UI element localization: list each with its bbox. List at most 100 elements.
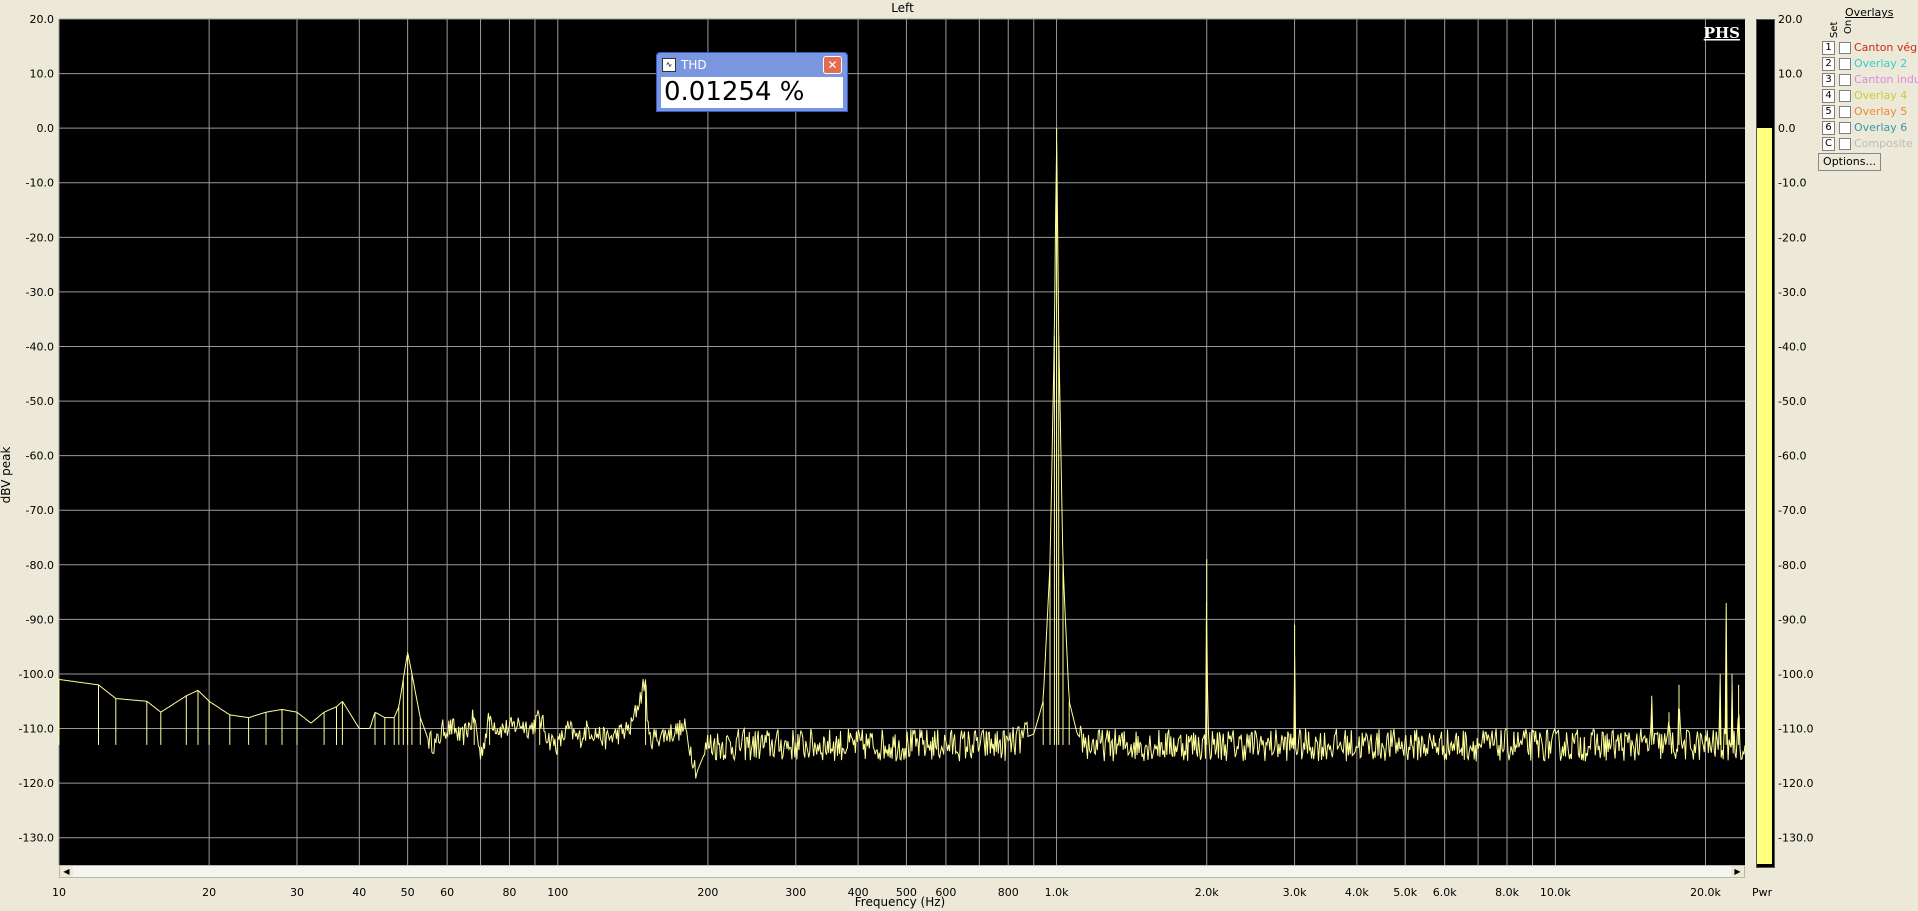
x-tick-label: 300 [785,886,806,899]
y-tick-label: -90.0 [26,613,54,626]
meter-tick-labels: 20.010.00.0-10.0-20.0-30.0-40.0-50.0-60.… [1778,13,1813,845]
y-tick-label: -30.0 [26,286,54,299]
overlay-name: Canton indu [1854,73,1918,86]
x-tick-label: 40 [352,886,366,899]
set-column-label: Set [1829,21,1840,38]
overlay-name: Canton vég [1854,41,1918,54]
scroll-left-arrow-icon[interactable]: ◀ [60,866,73,877]
overlay-on-checkbox[interactable] [1839,58,1851,70]
overlay-on-checkbox[interactable] [1839,74,1851,86]
chart-title: Left [891,1,914,15]
x-tick-label: 10.0k [1540,886,1571,899]
overlay-on-checkbox[interactable] [1839,138,1851,150]
x-tick-label: 8.0k [1495,886,1519,899]
overlay-on-checkbox[interactable] [1839,122,1851,134]
scroll-right-arrow-icon[interactable]: ▶ [1731,866,1744,877]
plot-area [59,19,1745,865]
meter-tick-label: -10.0 [1778,177,1806,190]
overlay-name: Overlay 6 [1854,121,1908,134]
y-tick-label: -20.0 [26,231,54,244]
y-tick-label: 10.0 [30,68,55,81]
x-axis-label: Frequency (Hz) [854,895,946,909]
overlay-set-button[interactable]: 3 [1822,73,1835,87]
x-tick-label: 60 [440,886,454,899]
overlay-name: Overlay 5 [1854,105,1908,118]
y-tick-label: -60.0 [26,450,54,463]
x-tick-label: 4.0k [1345,886,1369,899]
x-tick-label: 1.0k [1045,886,1069,899]
y-tick-labels: 20.010.00.0-10.0-20.0-30.0-40.0-50.0-60.… [19,13,54,845]
overlay-row: 1 Canton vég [1822,41,1918,55]
meter-tick-label: -80.0 [1778,559,1806,572]
on-column-label: On [1843,19,1854,34]
meter-tick-label: -100.0 [1778,668,1813,681]
overlay-set-button[interactable]: 4 [1822,89,1835,103]
meter-tick-label: -40.0 [1778,340,1806,353]
x-tick-label: 50 [401,886,415,899]
phs-logo: PHS [1704,24,1740,42]
meter-tick-label: -130.0 [1778,832,1813,845]
overlay-row: 5 Overlay 5 [1822,105,1918,119]
overlay-set-button[interactable]: C [1822,137,1835,151]
x-tick-label: 5.0k [1393,886,1417,899]
power-meter-label: Pwr [1752,886,1773,899]
x-tick-label: 6.0k [1433,886,1457,899]
thd-title: THD [681,58,707,72]
x-tick-label: 200 [697,886,718,899]
overlay-row: 2 Overlay 2 [1822,57,1918,71]
y-tick-label: -50.0 [26,395,54,408]
overlays-header: Overlays [1845,6,1894,19]
thd-readout: 0.01254 % [661,77,843,108]
overlay-name: Overlay 4 [1854,89,1908,102]
y-tick-label: -130.0 [19,832,54,845]
overlay-on-checkbox[interactable] [1839,90,1851,102]
thd-window-icon: ∿ [662,58,676,72]
overlay-set-button[interactable]: 5 [1822,105,1835,119]
x-tick-label: 10 [52,886,66,899]
thd-window[interactable]: ∿ THD ✕ 0.01254 % [656,52,848,112]
horizontal-scrollbar[interactable]: ◀ ▶ [59,865,1745,878]
overlay-row: 4 Overlay 4 [1822,89,1918,103]
meter-tick-label: -50.0 [1778,395,1806,408]
overlay-row: 3 Canton indu [1822,73,1918,87]
overlay-row: 6 Overlay 6 [1822,121,1918,135]
close-icon[interactable]: ✕ [823,56,842,74]
y-tick-label: -10.0 [26,177,54,190]
y-tick-label: -70.0 [26,504,54,517]
x-tick-label: 20 [202,886,216,899]
spectrum-chart: 20.010.00.0-10.0-20.0-30.0-40.0-50.0-60.… [19,13,1814,899]
y-tick-label: -120.0 [19,777,54,790]
x-tick-label: 20.0k [1690,886,1721,899]
y-tick-label: -40.0 [26,340,54,353]
meter-tick-label: -70.0 [1778,504,1806,517]
meter-tick-label: -120.0 [1778,777,1813,790]
y-tick-label: 0.0 [37,122,55,135]
x-tick-label: 80 [502,886,516,899]
overlay-set-button[interactable]: 1 [1822,41,1835,55]
y-tick-label: -100.0 [19,668,54,681]
meter-tick-label: -60.0 [1778,450,1806,463]
x-tick-label: 3.0k [1283,886,1307,899]
meter-tick-label: 10.0 [1778,68,1803,81]
thd-titlebar[interactable]: ∿ THD ✕ [657,53,847,75]
x-tick-label: 800 [998,886,1019,899]
meter-tick-label: -90.0 [1778,613,1806,626]
options-button[interactable]: Options... [1818,153,1881,171]
meter-tick-label: 0.0 [1778,122,1796,135]
power-meter-fill [1757,128,1772,864]
x-tick-label: 100 [547,886,568,899]
x-tick-label: 30 [290,886,304,899]
overlay-row: C Composite [1822,137,1918,151]
overlay-name: Overlay 2 [1854,57,1908,70]
overlay-on-checkbox[interactable] [1839,106,1851,118]
x-tick-label: 2.0k [1195,886,1219,899]
meter-tick-label: -110.0 [1778,723,1813,736]
y-tick-label: -110.0 [19,723,54,736]
meter-tick-label: -20.0 [1778,231,1806,244]
overlay-set-button[interactable]: 2 [1822,57,1835,71]
overlay-on-checkbox[interactable] [1839,42,1851,54]
y-tick-label: -80.0 [26,559,54,572]
meter-tick-label: -30.0 [1778,286,1806,299]
y-axis-label: dBV peak [0,446,13,504]
overlay-set-button[interactable]: 6 [1822,121,1835,135]
